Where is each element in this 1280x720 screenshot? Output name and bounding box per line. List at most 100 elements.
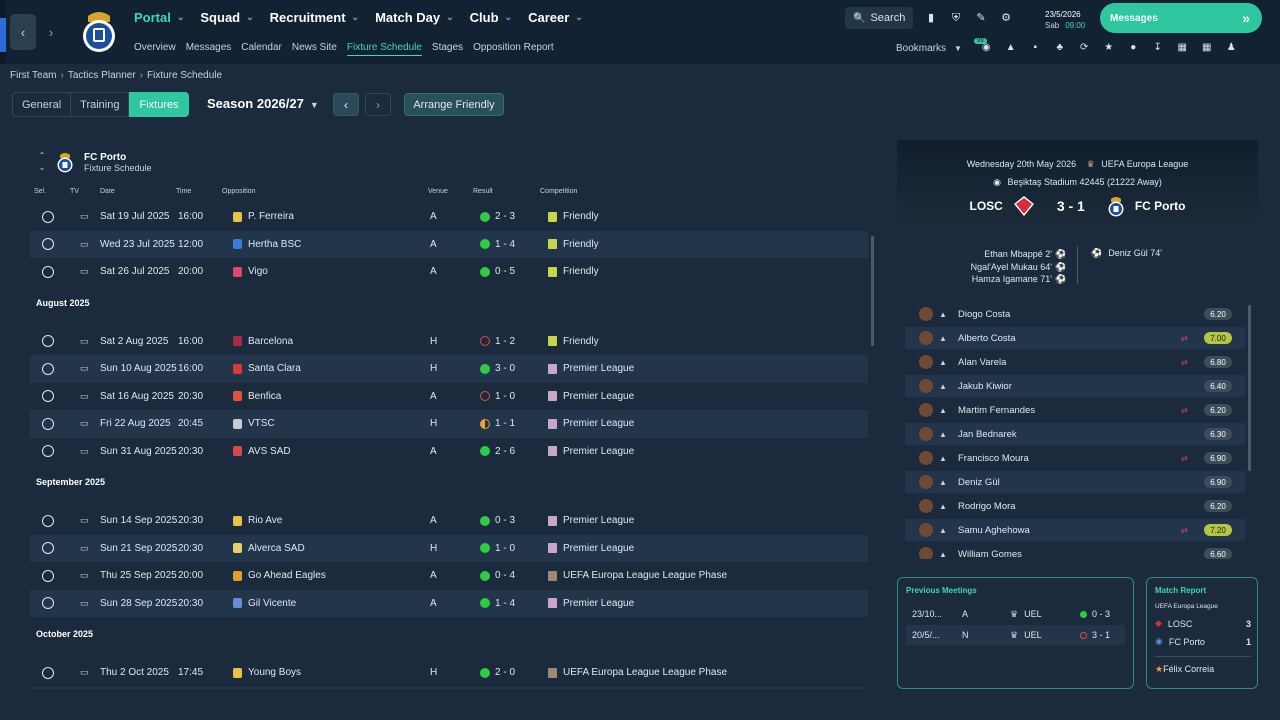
chat-icon[interactable]: ◉ — [974, 42, 999, 53]
schedule-icon[interactable]: ▦ — [1195, 42, 1220, 53]
competition-cell[interactable]: Premier League — [548, 355, 634, 383]
tv-icon[interactable]: ▭ — [80, 659, 89, 687]
inbox-icon[interactable]: ▮ — [920, 8, 942, 28]
subnav-overview[interactable]: Overview — [134, 42, 176, 56]
tv-icon[interactable]: ▭ — [80, 687, 89, 690]
table-row[interactable]: ▭ Wed 23 Jul 2025 12:00 Hertha BSC A 1 - 4 Fri… — [30, 230, 868, 259]
match-report-title[interactable]: Match Report — [1155, 586, 1206, 595]
download-icon[interactable]: ↧ — [1146, 42, 1171, 53]
column-header-date[interactable]: Date — [100, 188, 115, 195]
tv-icon[interactable]: ▭ — [80, 258, 89, 286]
home-scorer[interactable]: Ethan Mbappé 2' — [971, 248, 1052, 261]
column-header-time[interactable]: Time — [176, 188, 191, 195]
opposition-cell[interactable]: Vigo — [233, 258, 268, 286]
home-team[interactable]: LOSC — [969, 199, 1002, 213]
tab-fixtures[interactable]: Fixtures — [129, 92, 189, 117]
select-radio[interactable] — [42, 362, 54, 375]
player-row[interactable]: ▲ Francisco Moura ⇄ 6.90 — [905, 447, 1245, 469]
tv-icon[interactable]: ▭ — [80, 507, 89, 535]
column-header-sel[interactable]: Sel. — [34, 188, 46, 195]
select-radio[interactable] — [42, 417, 54, 430]
player-row[interactable]: ▲ Rodrigo Mora 6.20 — [905, 495, 1245, 517]
select-radio[interactable] — [42, 238, 54, 251]
opposition-cell[interactable]: Benfica — [233, 383, 281, 411]
home-scorer[interactable]: Hamza Igamane 71' — [971, 273, 1052, 286]
table-row[interactable]: ▭ Sun 5 Oct 202520:30 Estoril Praia H 1 - 1 P… — [30, 686, 868, 690]
season-dropdown[interactable]: Season 2026/27 ▼ — [207, 96, 319, 111]
competition-cell[interactable]: Premier League — [548, 535, 634, 563]
opposition-cell[interactable]: Santa Clara — [233, 355, 301, 383]
select-radio[interactable] — [42, 514, 54, 527]
opposition-cell[interactable]: Hertha BSC — [233, 231, 301, 259]
competition-cell[interactable]: Friendly — [548, 328, 599, 356]
subnav-stages[interactable]: Stages — [432, 42, 463, 56]
nav-career[interactable]: Career ⌄ — [528, 10, 583, 25]
report-away-team[interactable]: FC Porto — [1169, 637, 1205, 647]
nav-portal[interactable]: Portal ⌄ — [134, 10, 184, 25]
player-row[interactable]: ▲ Martim Fernandes ⇄ 6.20 — [905, 399, 1245, 421]
opposition-cell[interactable]: Alverca SAD — [233, 535, 305, 563]
table-row[interactable]: ▭ Sat 2 Aug 2025 16:00 Barcelona H 1 - 2 Frien… — [30, 328, 868, 356]
search-button[interactable]: 🔍 Search — [845, 7, 913, 29]
result-cell[interactable]: 1 - 4 — [480, 590, 515, 618]
column-header-opposition[interactable]: Opposition — [222, 188, 255, 195]
player-row[interactable]: ▲ Samu Aghehowa ⇄ 7.20 — [905, 519, 1245, 541]
competition-cell[interactable]: Premier League — [548, 383, 634, 411]
meeting-row[interactable]: 23/10... A ♛ UEL 0 - 3 — [906, 604, 1125, 624]
competition-cell[interactable]: Friendly — [548, 203, 599, 231]
tv-icon[interactable]: ▭ — [80, 231, 89, 259]
column-header-result[interactable]: Result — [473, 188, 493, 195]
competition-cell[interactable]: Premier League — [548, 438, 634, 466]
tv-icon[interactable]: ▭ — [80, 355, 89, 383]
player-of-the-match-name[interactable]: Félix Correia — [1163, 664, 1214, 674]
player-row[interactable]: ▲ Deniz Gül 6.90 — [905, 471, 1245, 493]
result-cell[interactable]: 0 - 4 — [480, 562, 515, 590]
match-competition[interactable]: UEFA Europa League — [1101, 159, 1188, 169]
table-row[interactable]: ▭ Sun 10 Aug 2025 16:00 Santa Clara H 3 - 0 Pr… — [30, 355, 868, 383]
table-row[interactable]: ▭ Sat 16 Aug 2025 20:30 Benfica A 1 - 0 Premie… — [30, 383, 868, 411]
shield-icon[interactable]: ⛨ — [945, 8, 967, 28]
select-radio[interactable] — [42, 569, 54, 582]
result-cell[interactable]: 1 - 1 — [480, 687, 515, 690]
arrange-friendly-button[interactable]: Arrange Friendly — [404, 93, 504, 116]
opposition-cell[interactable]: AVS SAD — [233, 438, 291, 466]
select-radio[interactable] — [42, 542, 54, 555]
messages-button[interactable]: Messages » — [1100, 3, 1262, 33]
player-row[interactable]: ▲ Alberto Costa ⇄ 7.00 — [905, 327, 1245, 349]
game-date[interactable]: 23/5/2026 Sab 09:00 — [1045, 9, 1085, 31]
tactics-icon[interactable]: ♣ — [1048, 42, 1073, 53]
table-row[interactable]: ▭ Thu 2 Oct 2025 17:45 Young Boys H 2 - 0 UEFA… — [30, 659, 868, 687]
result-cell[interactable]: 1 - 2 — [480, 328, 515, 356]
select-radio[interactable] — [42, 390, 54, 403]
meeting-row[interactable]: 20/5/... N ♛ UEL 3 - 1 — [906, 625, 1125, 645]
table-row[interactable]: ▭ Sun 31 Aug 2025 20:30 AVS SAD A 2 - 6 Premie… — [30, 438, 868, 466]
select-radio[interactable] — [42, 445, 54, 458]
select-radio[interactable] — [42, 210, 54, 223]
player-row[interactable]: ▲ Diogo Costa 6.20 — [905, 303, 1245, 325]
forward-button[interactable]: › — [38, 14, 64, 50]
column-header-competition[interactable]: Competition — [540, 188, 577, 195]
player-row[interactable]: ▲ Jan Bednarek 6.30 — [905, 423, 1245, 445]
table-row[interactable]: ▭ Sun 28 Sep 2025 20:30 Gil Vicente A 1 - 4 Pr… — [30, 589, 868, 618]
competition-cell[interactable]: Premier League — [548, 507, 634, 535]
subnav-messages[interactable]: Messages — [186, 42, 232, 56]
subnav-calendar[interactable]: Calendar — [241, 42, 282, 56]
previous-season-button[interactable]: ‹ — [333, 93, 359, 116]
breadcrumb-first-team[interactable]: First Team — [10, 70, 57, 81]
club-crest-icon[interactable] — [80, 6, 118, 54]
tab-training[interactable]: Training — [71, 92, 130, 117]
player-row[interactable]: ▲ Alan Varela ⇄ 6.80 — [905, 351, 1245, 373]
opposition-cell[interactable]: Estoril Praia — [233, 687, 302, 690]
nav-squad[interactable]: Squad ⌄ — [200, 10, 253, 25]
home-scorer[interactable]: Ngal'Ayel Mukau 64' — [971, 261, 1052, 274]
competition-cell[interactable]: Premier League — [548, 410, 634, 438]
tv-icon[interactable]: ▭ — [80, 328, 89, 356]
opposition-cell[interactable]: Rio Ave — [233, 507, 282, 535]
next-season-button[interactable]: › — [365, 93, 391, 116]
table-row[interactable]: ▭ Sat 26 Jul 2025 20:00 Vigo A 0 - 5 Friendly — [30, 258, 868, 286]
competition-cell[interactable]: UEFA Europa League League Phase — [548, 562, 727, 590]
previous-meetings-title[interactable]: Previous Meetings — [906, 586, 977, 595]
select-radio[interactable] — [42, 335, 54, 348]
away-scorer[interactable]: Deniz Gül 74' — [1108, 248, 1162, 258]
table-row[interactable]: ▭ Fri 22 Aug 2025 20:45 VTSC H 1 - 1 Premier L… — [30, 410, 868, 438]
